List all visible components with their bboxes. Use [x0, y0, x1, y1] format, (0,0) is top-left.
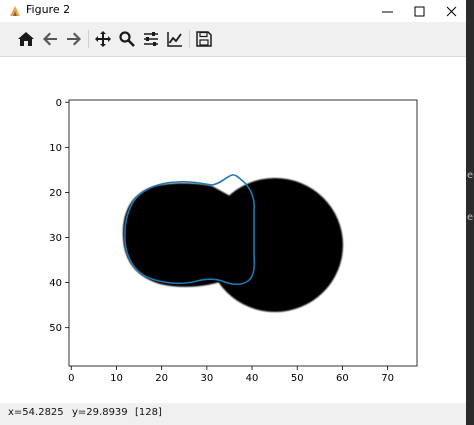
x-tick-label: 10 [110, 373, 123, 384]
home-icon [18, 32, 34, 46]
configure-subplots-button[interactable] [141, 29, 161, 49]
minimize-button[interactable] [370, 0, 404, 22]
y-tick-label: 30 [49, 233, 62, 244]
title-bar[interactable]: Figure 2 [0, 0, 466, 22]
y-tick-label: 0 [56, 98, 62, 109]
floppy-disk-icon [196, 31, 212, 47]
y-tick-label: 50 [49, 323, 62, 334]
x-tick-label: 50 [291, 373, 304, 384]
x-axis: 0 10 20 30 40 50 60 70 [68, 366, 394, 384]
x-tick-label: 20 [155, 373, 168, 384]
x-tick-label: 70 [381, 373, 394, 384]
back-button[interactable] [40, 29, 60, 49]
status-y-coordinate: y=29.8939 [72, 407, 128, 418]
y-tick-label: 40 [49, 278, 62, 289]
navigation-toolbar [0, 22, 466, 57]
y-tick-label: 10 [49, 143, 62, 154]
maximize-button[interactable] [402, 0, 436, 22]
x-tick-label: 60 [336, 373, 349, 384]
window-title: Figure 2 [26, 3, 71, 16]
figure-canvas[interactable]: 0 10 20 30 40 50 60 70 0 10 20 30 40 50 [0, 57, 466, 403]
pan-button[interactable] [93, 29, 113, 49]
minimize-icon [381, 11, 393, 12]
edit-axes-button[interactable] [165, 29, 185, 49]
y-axis: 0 10 20 30 40 50 [49, 98, 69, 334]
sliders-icon [144, 32, 158, 46]
close-icon [446, 6, 456, 16]
blob-left-region [122, 183, 250, 287]
maximize-icon [414, 6, 424, 16]
arrow-left-icon [43, 32, 57, 46]
image-plot[interactable]: 0 10 20 30 40 50 60 70 0 10 20 30 40 50 [0, 57, 466, 403]
toolbar-separator [189, 30, 190, 48]
move-icon [95, 31, 111, 47]
close-button[interactable] [434, 0, 468, 22]
figure-window: Figure 2 0 10 20 30 40 50 60 70 0 10 20 … [0, 0, 466, 425]
arrow-right-icon [67, 32, 81, 46]
magnifier-icon [119, 31, 135, 47]
save-button[interactable] [194, 29, 214, 49]
x-tick-label: 40 [246, 373, 259, 384]
x-tick-label: 0 [68, 373, 74, 384]
background-text: e [467, 212, 474, 223]
home-button[interactable] [16, 29, 36, 49]
toolbar-separator [88, 30, 89, 48]
line-chart-icon [167, 32, 182, 47]
status-bar: x=54.2825 y=29.8939 [128] [0, 403, 466, 425]
forward-button[interactable] [64, 29, 84, 49]
status-x-coordinate: x=54.2825 [8, 407, 64, 418]
matplotlib-app-icon [10, 6, 20, 16]
x-tick-label: 30 [200, 373, 213, 384]
status-pixel-value: [128] [135, 407, 162, 418]
y-tick-label: 20 [49, 188, 62, 199]
zoom-button[interactable] [117, 29, 137, 49]
background-text: e [467, 170, 474, 181]
